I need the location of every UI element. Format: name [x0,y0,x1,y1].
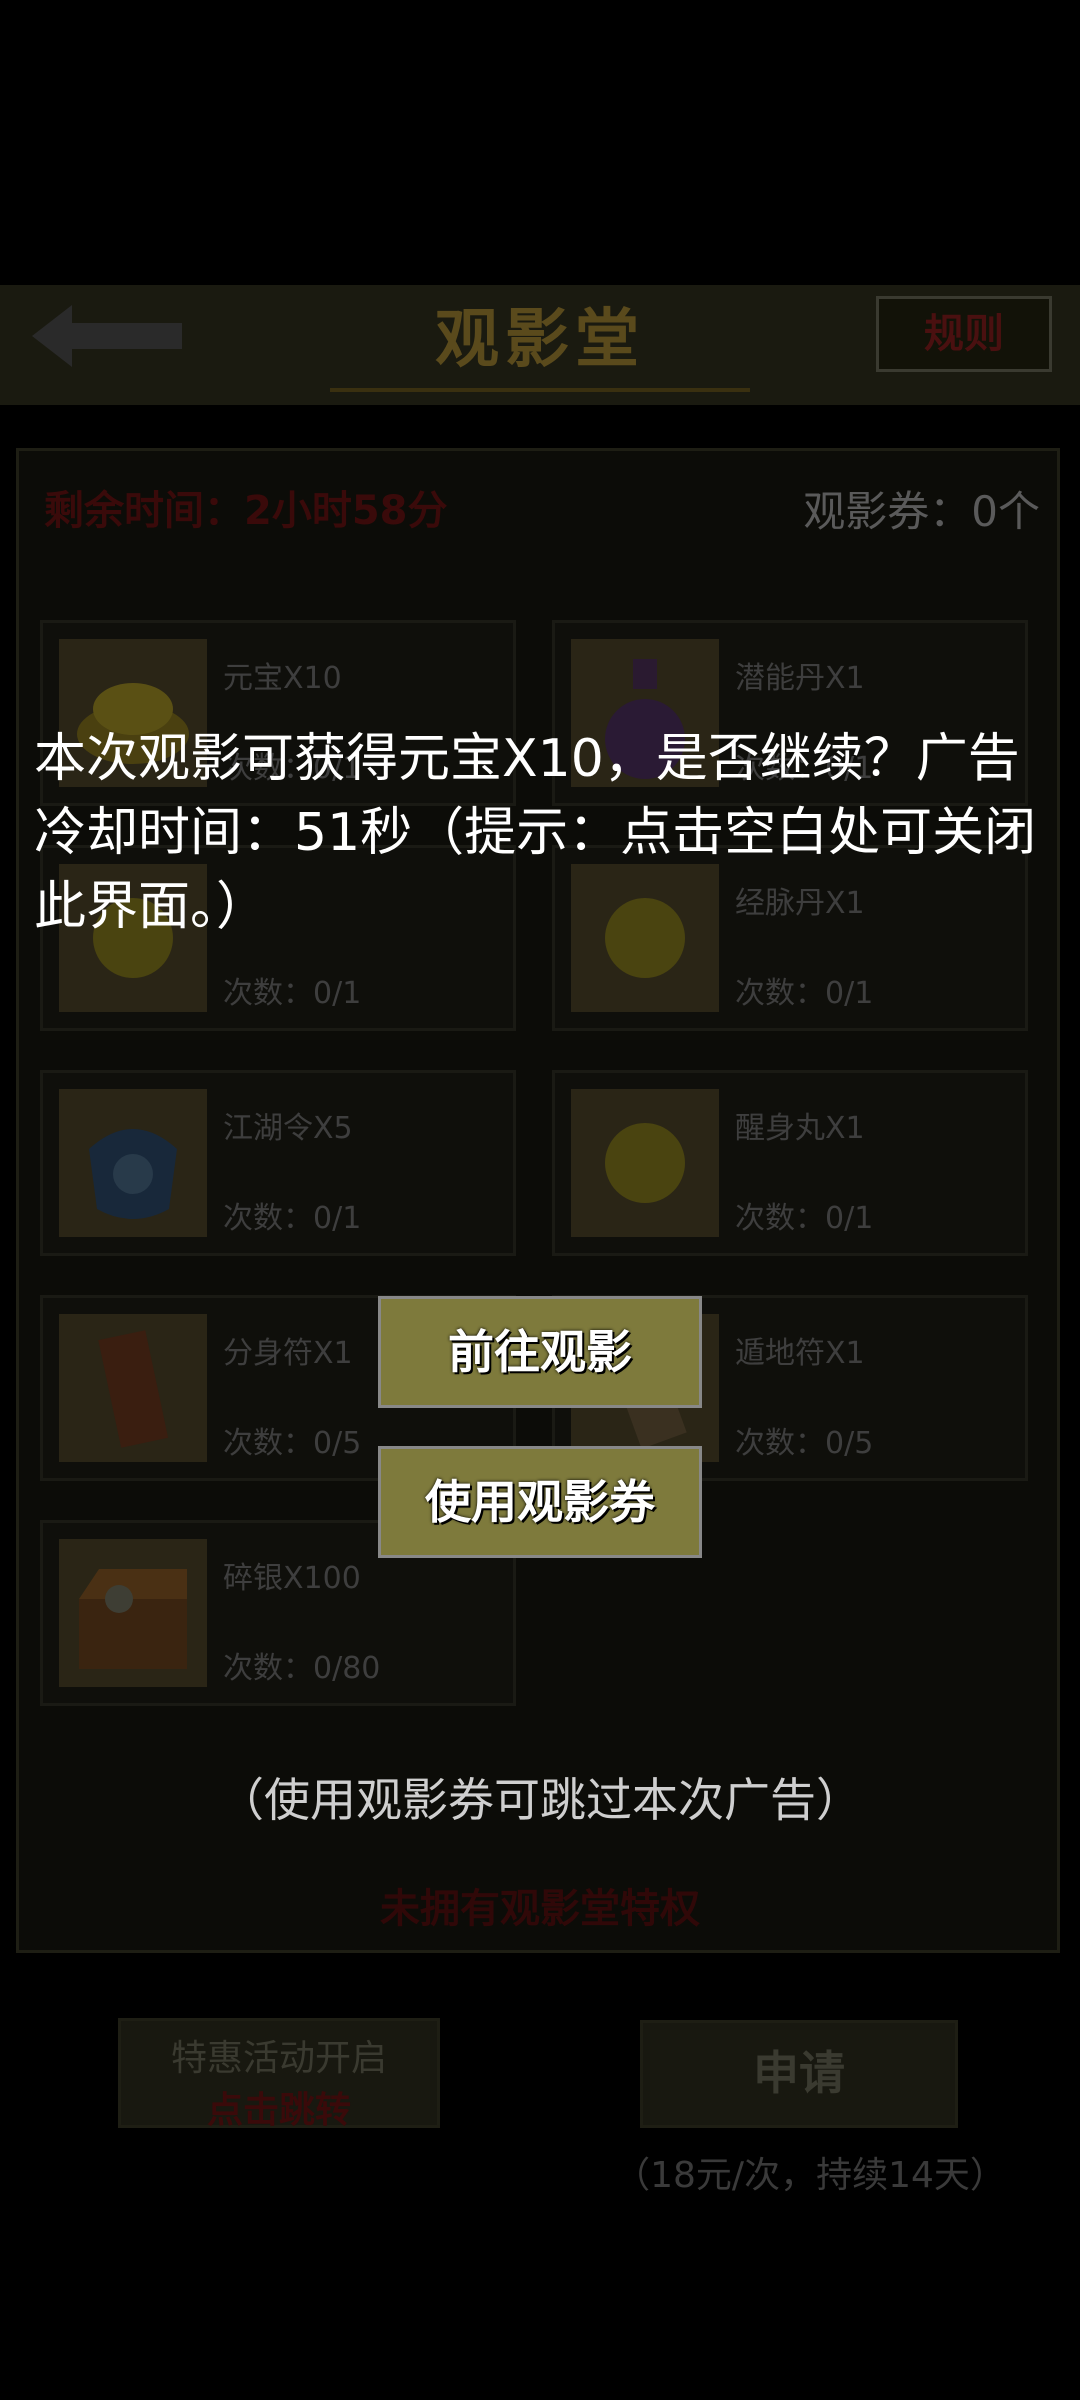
reward-count: 次数：0/1 [735,976,874,1011]
price-note: （18元/次，持续14天） [614,2155,1006,2196]
dialog-message: 本次观影可获得元宝X10，是否继续？广告冷却时间：51秒（提示：点击空白处可关闭… [34,729,1037,937]
reward-name: 元宝X10 [223,661,342,696]
game-page-dimmed: 观影堂 规则 剩余时间：2小时58分 观影券：0个 元宝X10 次数：0/1 潜… [0,0,1080,2400]
rules-button[interactable]: 规则 [876,296,1052,372]
reward-name: 遁地符X1 [735,1336,865,1371]
reward-count: 次数：0/1 [223,1201,362,1236]
reward-count: 次数：0/5 [223,1426,362,1461]
apply-button[interactable]: 申请 [640,2020,958,2128]
reward-count: 次数：0/1 [735,1201,874,1236]
treasure-chest-icon [59,1539,207,1687]
watch-ad-button[interactable]: 前往观影 [378,1296,702,1408]
reward-name: 江湖令X5 [223,1111,353,1146]
back-arrow-icon[interactable] [32,303,182,369]
remaining-time: 剩余时间：2小时58分 [44,488,448,534]
reward-name: 碎银X100 [223,1561,361,1596]
reward-count: 次数：0/1 [223,976,362,1011]
reward-name: 醒身丸X1 [735,1111,865,1146]
promo-line1: 特惠活动开启 [170,2038,387,2079]
page-title: 观影堂 [435,302,645,377]
skip-ad-note: （使用观影券可跳过本次广告） [218,1773,862,1827]
yellow-pill-icon [571,1089,719,1237]
reward-count: 次数：0/80 [223,1651,381,1686]
ticket-count: 观影券：0个 [803,487,1040,536]
reward-name: 分身符X1 [223,1336,353,1371]
promo-line2: 点击跳转 [206,2090,351,2131]
talisman-icon [59,1314,207,1462]
reward-name: 潜能丹X1 [735,661,865,696]
promo-button[interactable]: 特惠活动开启 点击跳转 [118,2018,440,2131]
token-pouch-icon [59,1089,207,1237]
title-underline [330,388,750,392]
use-ticket-button[interactable]: 使用观影券 [378,1446,702,1558]
no-privilege-text: 未拥有观影堂特权 [380,1886,700,1932]
reward-card[interactable]: 江湖令X5 次数：0/1 [40,1070,516,1256]
reward-count: 次数：0/5 [735,1426,874,1461]
rules-button-label: 规则 [924,311,1004,357]
reward-card[interactable]: 醒身丸X1 次数：0/1 [552,1070,1028,1256]
